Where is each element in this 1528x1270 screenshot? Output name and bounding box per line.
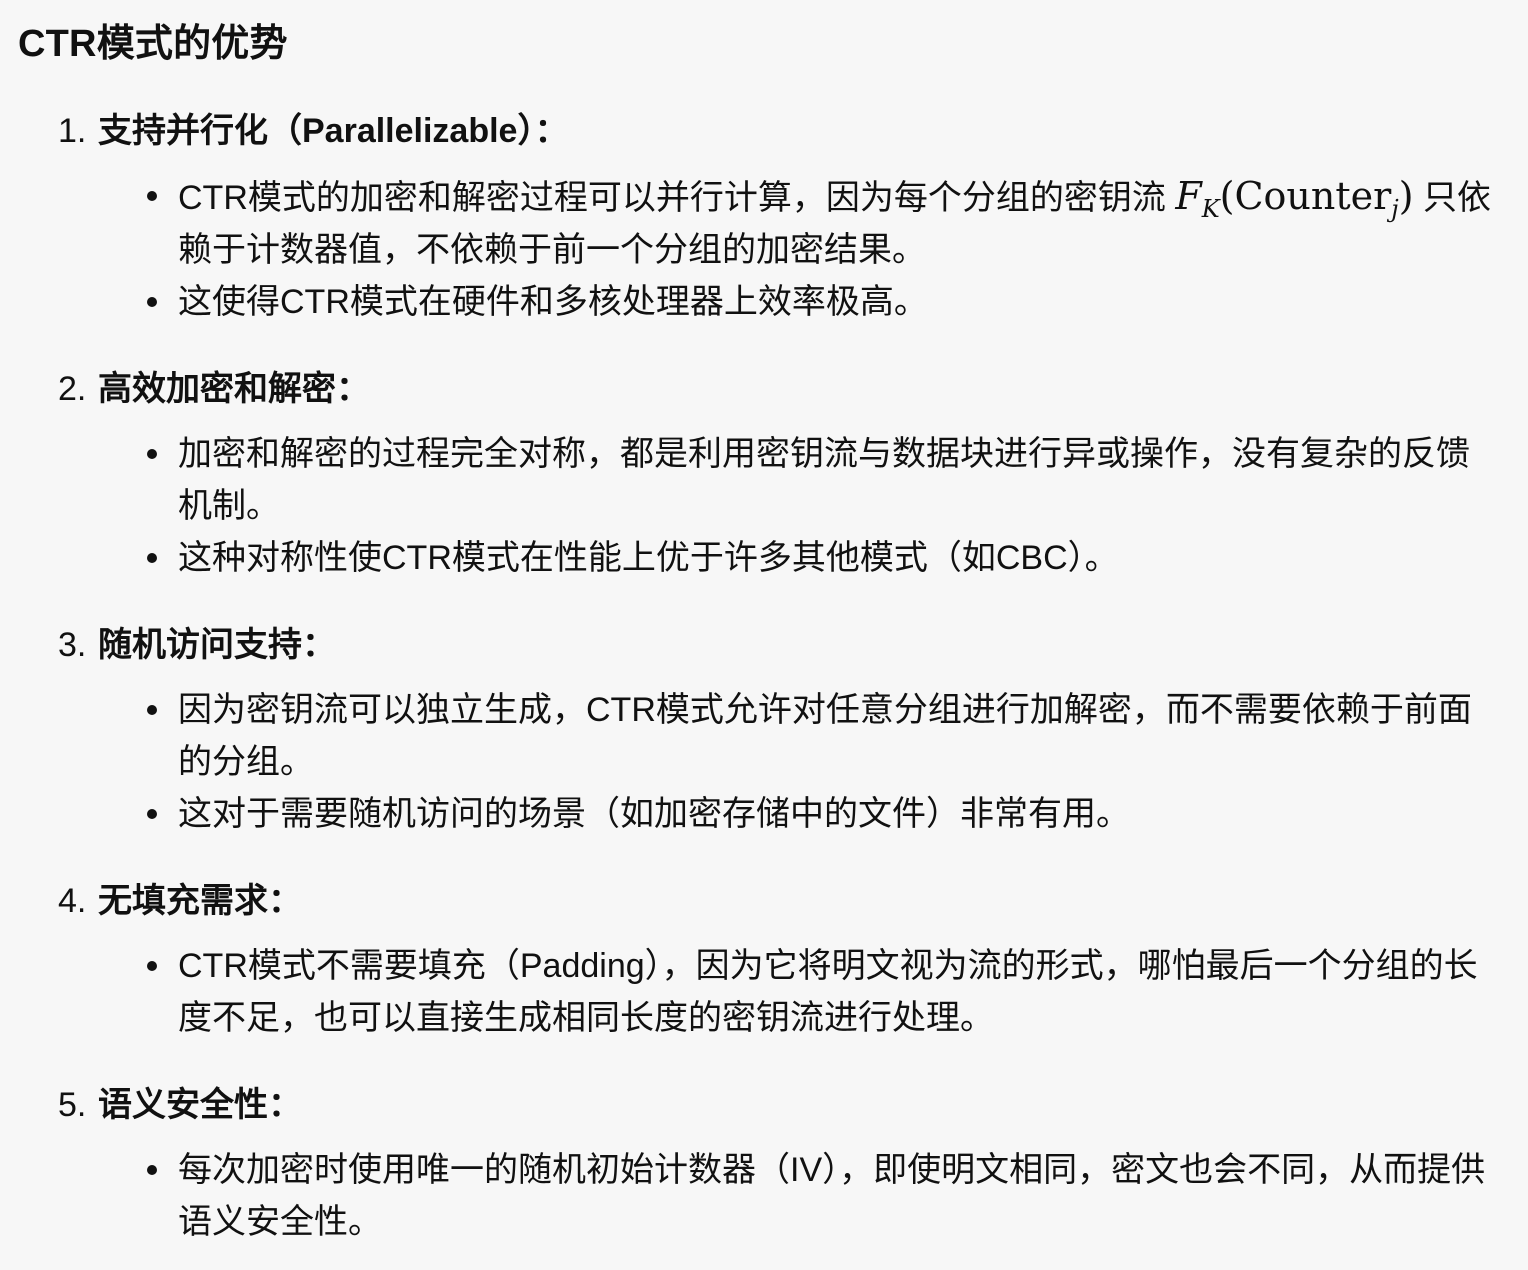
math-function-symbol: F	[1175, 174, 1202, 218]
bullet-item: 加密和解密的过程完全对称，都是利用密钥流与数据块进行异或操作，没有复杂的反馈机制…	[147, 428, 1498, 532]
section-number: 5.	[58, 1086, 87, 1124]
bullet-list: CTR模式的加密和解密过程可以并行计算，因为每个分组的密钥流 FK(Counte…	[18, 170, 1528, 328]
section-efficient-encryption: 2. 高效加密和解密： 加密和解密的过程完全对称，都是利用密钥流与数据块进行异或…	[18, 364, 1528, 584]
math-formula: FK(Counterj)	[1175, 174, 1414, 221]
section-heading: 5. 语义安全性：	[18, 1080, 1528, 1130]
page-title: CTR模式的优势	[18, 23, 288, 65]
section-title: 语义安全性：	[98, 1086, 302, 1124]
math-close-paren: )	[1398, 174, 1414, 218]
section-parallelizable: 1. 支持并行化（Parallelizable）： CTR模式的加密和解密过程可…	[18, 106, 1528, 328]
section-heading: 2. 高效加密和解密：	[18, 364, 1528, 414]
bullet-item: CTR模式不需要填充（Padding），因为它将明文视为流的形式，哪怕最后一个分…	[147, 940, 1498, 1044]
bullet-list: CTR模式不需要填充（Padding），因为它将明文视为流的形式，哪怕最后一个分…	[18, 940, 1528, 1044]
section-title: 无填充需求：	[98, 882, 302, 920]
section-number: 4.	[58, 882, 87, 920]
bullet-text: CTR模式的加密和解密过程可以并行计算，因为每个分组的密钥流	[178, 179, 1176, 217]
section-number: 1.	[58, 112, 87, 150]
section-title: 随机访问支持：	[98, 626, 336, 664]
section-heading: 1. 支持并行化（Parallelizable）：	[18, 106, 1528, 156]
bullet-list: 每次加密时使用唯一的随机初始计数器（IV），即使明文相同，密文也会不同，从而提供…	[18, 1144, 1528, 1248]
section-title: 支持并行化（Parallelizable）：	[98, 112, 569, 150]
section-number: 3.	[58, 626, 87, 664]
advantages-list: 1. 支持并行化（Parallelizable）： CTR模式的加密和解密过程可…	[18, 106, 1528, 1248]
bullet-item: 每次加密时使用唯一的随机初始计数器（IV），即使明文相同，密文也会不同，从而提供…	[147, 1144, 1498, 1248]
document: CTR模式的优势 1. 支持并行化（Parallelizable）： CTR模式…	[0, 0, 1528, 1270]
bullet-item: 这对于需要随机访问的场景（如加密存储中的文件）非常有用。	[147, 788, 1498, 840]
bullet-item: CTR模式的加密和解密过程可以并行计算，因为每个分组的密钥流 FK(Counte…	[147, 170, 1498, 276]
bullet-list: 加密和解密的过程完全对称，都是利用密钥流与数据块进行异或操作，没有复杂的反馈机制…	[18, 428, 1528, 584]
math-subscript-index: j	[1391, 195, 1399, 223]
section-title: 高效加密和解密：	[98, 370, 370, 408]
section-semantic-security: 5. 语义安全性： 每次加密时使用唯一的随机初始计数器（IV），即使明文相同，密…	[18, 1080, 1528, 1248]
section-heading: 4. 无填充需求：	[18, 876, 1528, 926]
section-random-access: 3. 随机访问支持： 因为密钥流可以独立生成，CTR模式允许对任意分组进行加解密…	[18, 620, 1528, 840]
section-number: 2.	[58, 370, 87, 408]
bullet-item: 因为密钥流可以独立生成，CTR模式允许对任意分组进行加解密，而不需要依赖于前面的…	[147, 684, 1498, 788]
math-subscript-key: K	[1201, 195, 1220, 223]
math-counter-text: (Counter	[1219, 174, 1392, 218]
section-no-padding: 4. 无填充需求： CTR模式不需要填充（Padding），因为它将明文视为流的…	[18, 876, 1528, 1044]
section-heading: 3. 随机访问支持：	[18, 620, 1528, 670]
bullet-list: 因为密钥流可以独立生成，CTR模式允许对任意分组进行加解密，而不需要依赖于前面的…	[18, 684, 1528, 840]
bullet-item: 这种对称性使CTR模式在性能上优于许多其他模式（如CBC）。	[147, 532, 1498, 584]
bullet-item: 这使得CTR模式在硬件和多核处理器上效率极高。	[147, 276, 1498, 328]
